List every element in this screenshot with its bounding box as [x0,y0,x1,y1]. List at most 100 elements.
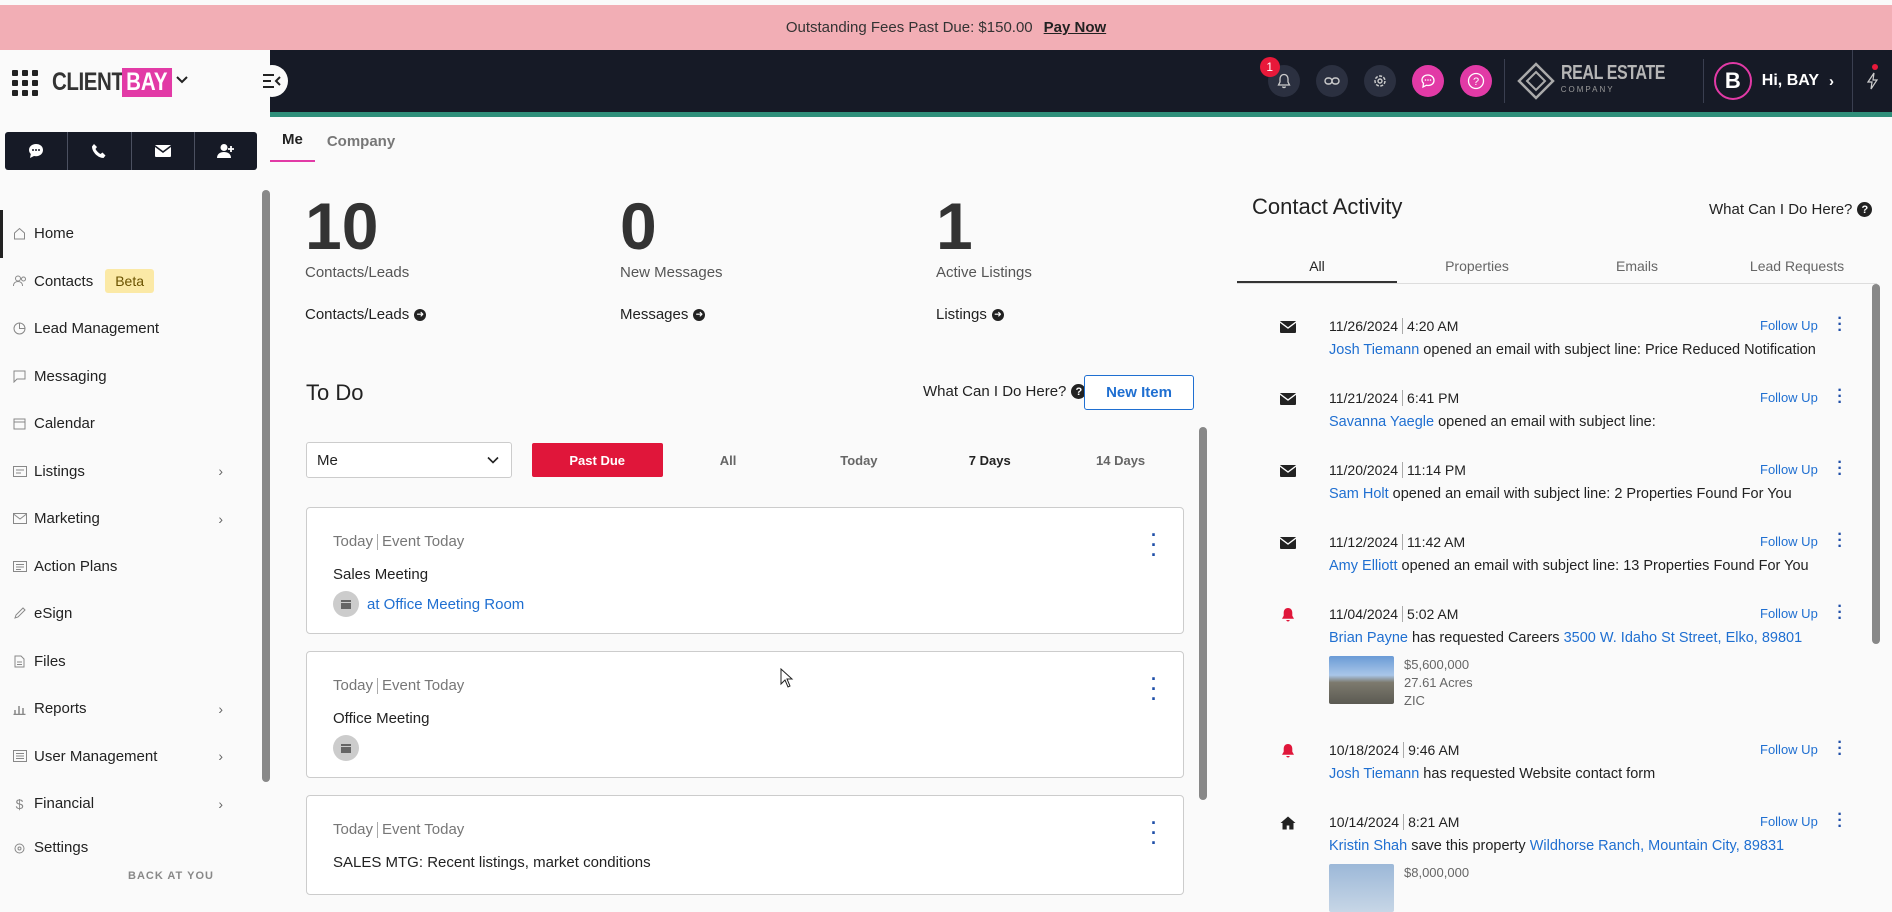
chat-support-button[interactable] [1411,65,1444,97]
follow-up-link[interactable]: Follow Up [1760,318,1818,333]
contact-name-link[interactable]: Savanna Yaegle [1329,414,1434,430]
call-button[interactable] [68,132,132,170]
more-options-icon[interactable]: · · · [1837,735,1843,763]
contacts-icon [12,274,27,289]
help-button[interactable]: ? [1459,65,1492,97]
follow-up-link[interactable]: Follow Up [1760,742,1818,757]
filter-today[interactable]: Today [793,443,924,477]
new-item-button[interactable]: New Item [1084,375,1194,410]
svg-text:?: ? [1473,76,1479,88]
add-contact-button[interactable] [195,132,257,170]
more-options-icon[interactable]: · · · [1837,455,1843,483]
tab-emails[interactable]: Emails [1557,252,1717,283]
calendar-icon [333,735,359,761]
more-options-icon[interactable]: · · · [1151,526,1157,564]
todo-help-link[interactable]: What Can I Do Here?? [923,383,1087,400]
tab-all[interactable]: All [1237,252,1397,283]
sidebar-item-lead-management[interactable]: Lead Management [0,305,245,353]
user-menu[interactable]: B Hi, BAY › [1713,62,1834,100]
activity-help-link[interactable]: What Can I Do Here?? [1709,201,1873,218]
filter-14-days[interactable]: 14 Days [1055,443,1186,477]
more-options-icon[interactable]: · · · [1837,599,1843,627]
activity-date: 11/21/2024 [1329,390,1399,406]
mouse-cursor-icon [780,668,794,688]
client-bay-logo[interactable]: CLIENT BAY [12,68,189,97]
property-photo[interactable] [1329,864,1394,912]
sidebar-item-messaging[interactable]: Messaging [0,353,245,401]
activity-time: 6:41 PM [1407,390,1460,406]
activity-time: 9:46 AM [1408,742,1460,758]
contact-name-link[interactable]: Kristin Shah [1329,838,1407,854]
chevron-down-icon [487,456,499,464]
sidebar-item-calendar[interactable]: Calendar [0,400,245,448]
todo-scrollbar[interactable] [1199,427,1207,800]
pay-now-link[interactable]: Pay Now [1044,19,1107,36]
more-options-icon[interactable]: · · · [1837,311,1843,339]
sidebar-scrollbar[interactable] [262,190,270,782]
sidebar-item-esign[interactable]: eSign [0,590,245,638]
contact-name-link[interactable]: Josh Tiemann [1329,342,1419,358]
property-address-link[interactable]: Wildhorse Ranch, Mountain City, 89831 [1530,838,1784,854]
settings-button[interactable] [1363,65,1396,97]
activity-text: opened an email with subject line: Price… [1419,342,1816,358]
activity-date: 11/12/2024 [1329,534,1399,550]
sidebar-item-home[interactable]: Home [0,210,245,258]
tab-company[interactable]: Company [315,133,407,162]
contact-name-link[interactable]: Sam Holt [1329,486,1389,502]
contacts-link[interactable]: Contacts/Leads ➜ [305,306,605,323]
property-preview[interactable]: $8,000,000 [1329,864,1469,912]
apps-grid-icon[interactable] [12,69,38,96]
sidebar-item-financial[interactable]: $ Financial › [0,780,245,828]
todo-location[interactable]: at Office Meeting Room [367,596,524,613]
quick-actions-button[interactable] [1852,50,1892,112]
filter-all[interactable]: All [663,443,794,477]
follow-up-link[interactable]: Follow Up [1760,462,1818,477]
activity-date: 11/04/2024 [1329,606,1399,622]
follow-up-link[interactable]: Follow Up [1760,814,1818,829]
links-button[interactable] [1315,65,1348,97]
sidebar-item-listings[interactable]: Listings › [0,448,245,496]
email-button[interactable] [132,132,195,170]
contact-name-link[interactable]: Amy Elliott [1329,558,1398,574]
assignee-select[interactable]: Me [306,442,512,478]
property-photo[interactable] [1329,656,1394,704]
more-options-icon[interactable]: · · · [1151,814,1157,852]
todo-card[interactable]: Today Event Today · · · Sales Meeting at Of… [306,507,1184,634]
notifications-button[interactable]: 1 [1259,57,1300,97]
message-icon [12,369,27,384]
messages-link[interactable]: Messages ➜ [620,306,920,323]
sidebar-item-contacts[interactable]: Contacts Beta [0,258,245,306]
chat-button[interactable] [5,132,69,170]
status-dot [1872,64,1878,70]
tab-me[interactable]: Me [270,131,315,162]
tab-properties[interactable]: Properties [1397,252,1557,283]
activity-scrollbar[interactable] [1872,284,1880,644]
sidebar-item-reports[interactable]: Reports › [0,685,245,733]
property-address-link[interactable]: 3500 W. Idaho St Street, Elko, 89801 [1564,630,1803,646]
filter-past-due[interactable]: Past Due [531,443,663,477]
collapse-sidebar-button[interactable] [256,65,288,97]
listings-link[interactable]: Listings ➜ [936,306,1236,323]
sidebar-item-settings[interactable]: Settings [0,828,245,856]
todo-card[interactable]: Today Event Today · · · Office Meeting [306,651,1184,778]
arrow-right-circle-icon: ➜ [414,308,427,321]
contact-name-link[interactable]: Brian Payne [1329,630,1408,646]
property-preview[interactable]: $5,600,000 27.61 Acres ZIC [1329,656,1473,710]
sidebar-item-files[interactable]: Files [0,638,245,686]
chevron-down-icon[interactable] [175,73,189,92]
more-options-icon[interactable]: · · · [1837,807,1843,835]
contact-name-link[interactable]: Josh Tiemann [1329,766,1419,782]
follow-up-link[interactable]: Follow Up [1760,390,1818,405]
follow-up-link[interactable]: Follow Up [1760,606,1818,621]
sidebar-item-action-plans[interactable]: Action Plans [0,543,245,591]
more-options-icon[interactable]: · · · [1151,670,1157,708]
follow-up-link[interactable]: Follow Up [1760,534,1818,549]
filter-7-days[interactable]: 7 Days [924,443,1055,477]
tab-lead-requests[interactable]: Lead Requests [1717,252,1877,283]
more-options-icon[interactable]: · · · [1837,383,1843,411]
more-options-icon[interactable]: · · · [1837,527,1843,555]
todo-card[interactable]: Today Event Today · · · SALES MTG: Recent l… [306,795,1184,895]
sidebar-item-user-management[interactable]: User Management › [0,733,245,781]
sidebar-item-marketing[interactable]: Marketing › [0,495,245,543]
sidebar-item-label: Home [34,225,75,243]
